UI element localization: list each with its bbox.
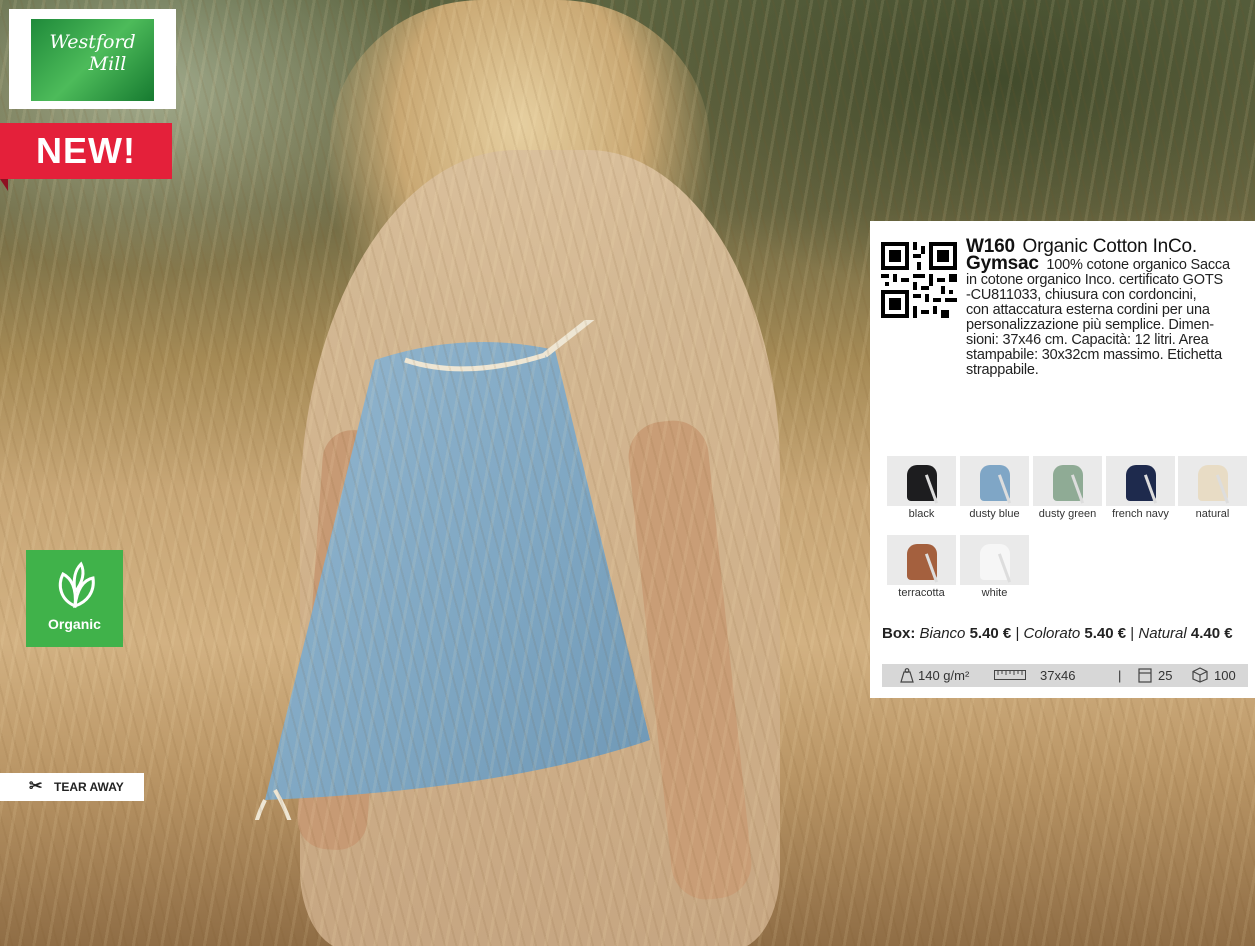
natural-label: Natural [1138,625,1187,642]
box-label: Box: [882,625,916,642]
desc-line6: sioni: 37x46 cm. Capacità: 12 litri. Are… [966,332,1209,348]
price-separator: | [1130,625,1135,642]
package-icon [1138,668,1152,683]
spec-bar: 140 g/m² 37x46 | 25 100 [882,664,1248,687]
size-value: 37x46 [1040,668,1076,683]
carton-box-icon [1192,667,1208,683]
desc-line3: -CU811033, chiusura con cordoncini, [966,287,1197,303]
westford-mill-logo: Westford Mill [9,9,176,109]
color-swatch-black[interactable]: black [887,456,956,520]
desc-line2: in cotone organico Inco. certificato GOT… [966,272,1223,288]
color-label: natural [1195,508,1230,520]
color-label: dusty green [1038,508,1097,520]
color-swatch-dusty-green[interactable]: dusty green [1033,456,1102,520]
color-swatch-white[interactable]: white [960,535,1029,599]
color-label: french navy [1112,508,1169,520]
price-separator: | [1015,625,1020,642]
color-label: white [981,587,1008,599]
product-info-panel: W160 Organic Cotton InCo. Gymsac 100% co… [870,221,1255,698]
logo-line1: Westford [49,31,136,53]
color-swatch-dusty-blue[interactable]: dusty blue [960,456,1029,520]
weight-icon [900,668,914,683]
color-swatch-french-navy[interactable]: french navy [1106,456,1175,520]
scissors-icon: ✂ [29,778,43,795]
desc-line4: con attaccatura esterna cordini per una [966,302,1210,318]
weight-value: 140 g/m² [918,668,970,683]
product-name-line2: Gymsac [966,253,1039,274]
box-prices: Box: Bianco 5.40 € | Colorato 5.40 € | N… [882,625,1233,642]
color-label: black [908,508,935,520]
organic-badge: Organic [26,550,123,647]
bianco-label: Bianco [919,625,966,642]
color-swatch-terracotta[interactable]: terracotta [887,535,956,599]
tear-away-badge: ✂ TEAR AWAY [0,773,144,801]
bianco-price: 5.40 € [969,625,1012,642]
product-description: W160 Organic Cotton InCo. Gymsac 100% co… [966,236,1249,378]
desc-line5: personalizzazione più semplice. Dimen- [966,317,1214,333]
color-label: terracotta [898,587,945,599]
carton-quantity: 100 [1214,668,1236,683]
spec-separator: | [1118,668,1122,683]
leaf-icon [58,561,95,609]
ruler-icon [994,670,1026,680]
natural-price: 4.40 € [1190,625,1233,642]
desc-line1: 100% cotone organico Sacca [1046,257,1230,273]
new-badge-fold [0,179,8,191]
product-name-line1: Organic Cotton InCo. [1022,236,1198,257]
new-badge: NEW! [0,123,172,179]
color-label: dusty blue [969,508,1020,520]
tear-away-label: TEAR AWAY [54,780,124,794]
catalog-page: Westford Mill NEW! Organic ✂ TEAR AWAY W… [0,0,1255,946]
desc-line7: stampabile: 30x32cm massimo. Etichetta [966,347,1222,363]
color-swatch-natural[interactable]: natural [1178,456,1247,520]
qr-code-icon[interactable] [881,242,957,318]
colorato-label: Colorato [1023,625,1081,642]
organic-label: Organic [48,616,101,632]
desc-line8: strappabile. [966,362,1039,378]
logo-line2: Mill [88,53,127,75]
pack-quantity: 25 [1158,668,1173,683]
colorato-price: 5.40 € [1084,625,1127,642]
